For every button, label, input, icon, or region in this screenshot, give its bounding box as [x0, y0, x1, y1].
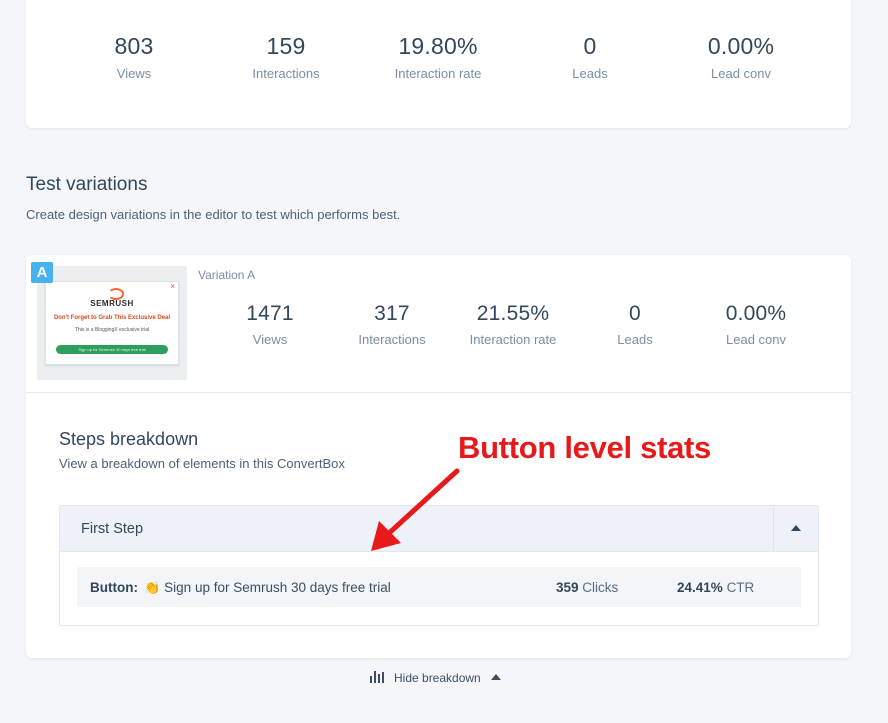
button-stats-row: Button: 👏 Sign up for Semrush 30 days free…	[77, 567, 801, 607]
stat-value: 0	[583, 33, 597, 59]
button-prefix: Button:	[90, 580, 138, 595]
button-ctr: 24.41% CTR	[677, 580, 754, 595]
collapse-step-button[interactable]	[773, 506, 818, 551]
button-element-label: Button: 👏 Sign up for Semrush 30 days free…	[90, 580, 391, 596]
variation-stat-lead-conv: 0.00% Lead conv	[681, 302, 831, 347]
button-text: Sign up for Semrush 30 days free trial	[164, 580, 391, 595]
thumbnail-headline: Don't Forget to Grab This Exclusive Deal	[53, 315, 171, 321]
stat-interactions: 159 Interactions	[211, 33, 361, 81]
stat-value: 803	[114, 33, 154, 59]
stat-value: 19.80%	[398, 33, 478, 59]
thumbnail-line: This is a BloggingX exclusive trial	[74, 327, 150, 333]
button-clicks: 359 Clicks	[556, 580, 618, 595]
test-variations-title: Test variations	[26, 174, 148, 195]
stat-label: Interactions	[252, 66, 320, 81]
stat-leads: 0 Leads	[515, 33, 665, 81]
summary-card: 803 Views 159 Interactions 19.80% Intera…	[26, 0, 851, 128]
ctr-label: CTR	[726, 580, 755, 595]
hide-breakdown-button[interactable]: Hide breakdown	[370, 671, 501, 685]
variation-badge: A	[31, 262, 53, 283]
thumbnail-popup-preview: × SEMRUSH Don't Forget to Grab This Excl…	[45, 281, 179, 365]
stat-value: 0.00%	[707, 33, 775, 59]
clap-icon: 👏	[143, 580, 161, 595]
stat-label: Views	[116, 66, 152, 81]
steps-breakdown-subtitle: View a breakdown of elements in this Con…	[59, 456, 345, 471]
ctr-value: 24.41%	[677, 580, 723, 595]
thumbnail-logo-text: SEMRUSH	[90, 299, 134, 308]
stat-label: Leads	[572, 66, 608, 81]
thumbnail-button: Sign up for Semrush 30 days free trial	[56, 345, 168, 354]
stat-label: Lead conv	[711, 66, 771, 81]
chevron-up-icon	[490, 674, 501, 680]
annotation-arrow-icon	[371, 468, 460, 551]
chevron-up-icon	[791, 525, 801, 531]
stat-label: Lead conv	[726, 332, 786, 347]
stat-lead-conv: 0.00% Lead conv	[666, 33, 816, 81]
stat-value: 159	[266, 33, 306, 59]
clicks-value: 359	[556, 580, 579, 595]
stat-value: 0.00%	[725, 302, 787, 325]
test-variations-subtitle: Create design variations in the editor t…	[26, 207, 401, 222]
step-name: First Step	[81, 521, 144, 537]
stat-label: Interaction rate	[394, 66, 482, 81]
hide-breakdown-label: Hide breakdown	[394, 671, 481, 685]
stat-interaction-rate: 19.80% Interaction rate	[363, 33, 513, 81]
steps-breakdown-title: Steps breakdown	[59, 429, 199, 449]
close-icon: ×	[170, 282, 175, 291]
annotation-text: Button level stats	[458, 430, 711, 465]
variation-name: Variation A	[198, 268, 256, 282]
clicks-label: Clicks	[582, 580, 619, 595]
divider	[26, 392, 851, 393]
stat-views: 803 Views	[59, 33, 209, 81]
variation-thumbnail[interactable]: × SEMRUSH Don't Forget to Grab This Excl…	[37, 266, 187, 380]
bars-chart-icon	[370, 671, 384, 683]
